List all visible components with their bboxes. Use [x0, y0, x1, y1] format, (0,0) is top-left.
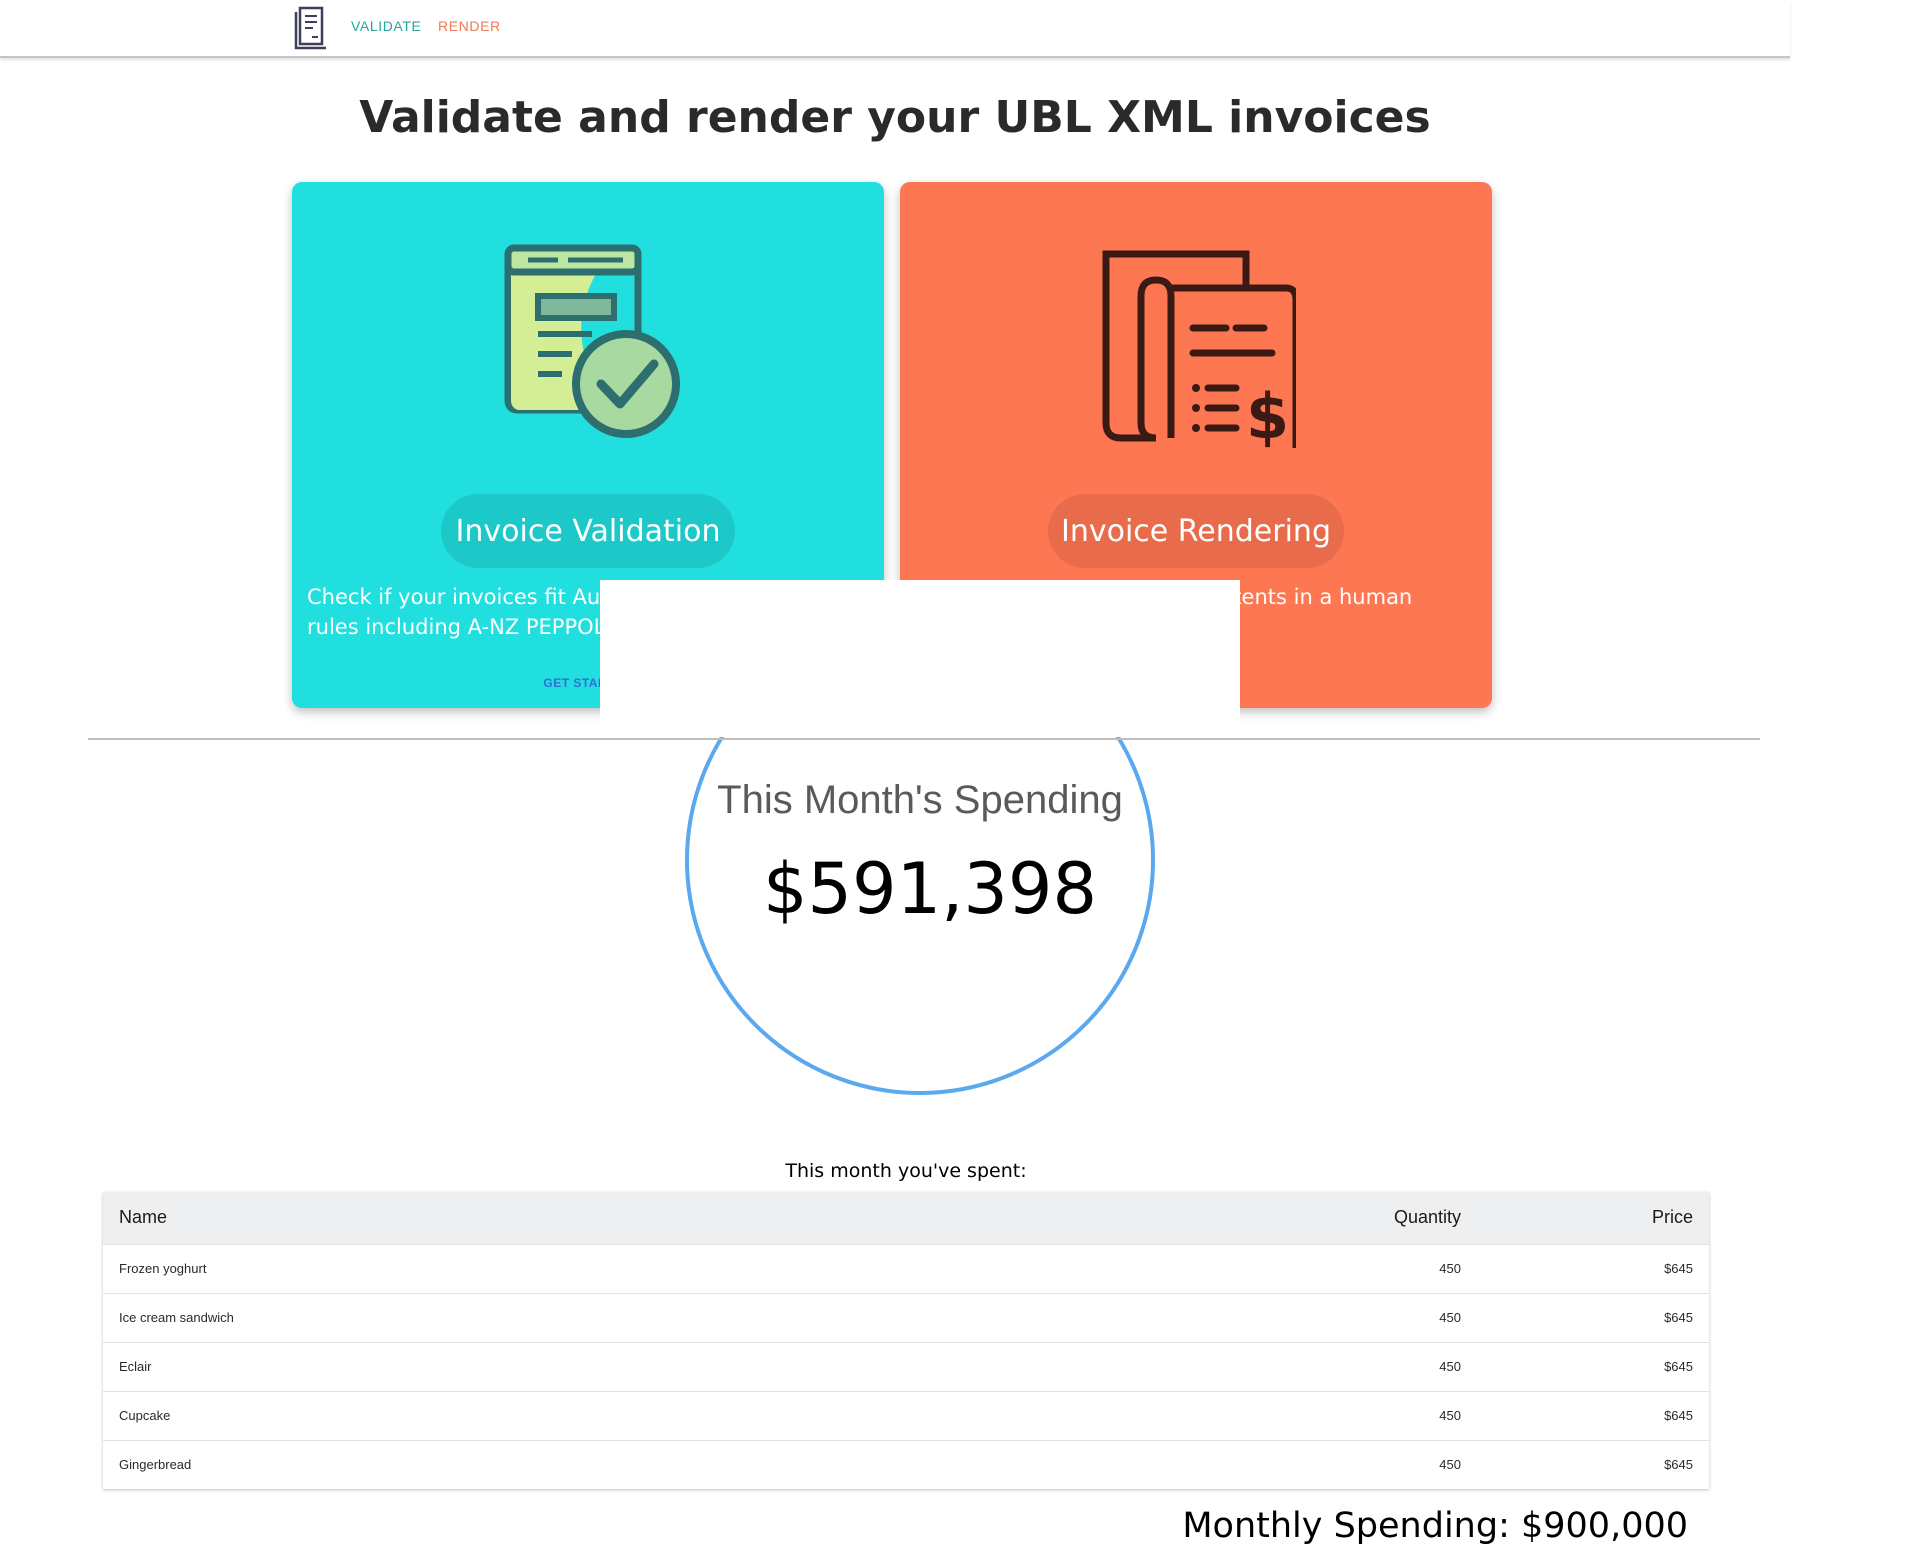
table-caption: This month you've spent: [785, 1160, 1027, 1182]
cell-name: Frozen yoghurt [119, 1261, 207, 1276]
section-divider [88, 738, 1760, 740]
cell-price: $645 [1664, 1359, 1693, 1374]
svg-text:$: $ [1246, 380, 1289, 448]
invoice-validation-button[interactable]: Invoice Validation [441, 494, 735, 568]
cell-price: $645 [1664, 1310, 1693, 1325]
cell-quantity: 450 [1439, 1408, 1461, 1423]
column-header-name[interactable]: Name [103, 1192, 1245, 1244]
circle-mask [600, 580, 1240, 737]
spending-label: This Month's Spending [717, 778, 1123, 822]
invoice-document-icon[interactable] [292, 4, 332, 52]
spending-amount: $591,398 [762, 848, 1097, 930]
invoice-check-icon [504, 244, 680, 438]
table-row[interactable]: Eclair 450 $645 [103, 1342, 1709, 1391]
table-row[interactable]: Cupcake 450 $645 [103, 1391, 1709, 1440]
cell-quantity: 450 [1439, 1359, 1461, 1374]
table-row[interactable]: Frozen yoghurt 450 $645 [103, 1244, 1709, 1293]
table-row[interactable]: Gingerbread 450 $645 [103, 1440, 1709, 1489]
cell-quantity: 450 [1439, 1261, 1461, 1276]
cell-name: Ice cream sandwich [119, 1310, 234, 1325]
nav-render-link[interactable]: RENDER [438, 18, 501, 34]
top-navigation: VALIDATE RENDER [0, 0, 1790, 58]
cell-quantity: 450 [1439, 1457, 1461, 1473]
cell-name: Eclair [119, 1359, 152, 1374]
cell-price: $645 [1664, 1408, 1693, 1423]
cell-name: Gingerbread [119, 1457, 192, 1473]
cell-quantity: 450 [1439, 1310, 1461, 1325]
cell-price: $645 [1664, 1261, 1693, 1276]
invoice-rendering-button[interactable]: Invoice Rendering [1048, 494, 1344, 568]
cell-name: Cupcake [119, 1408, 171, 1423]
invoice-dollar-icon: $ [1102, 250, 1296, 448]
column-header-price[interactable]: Price [1477, 1192, 1709, 1244]
column-header-quantity[interactable]: Quantity [1245, 1192, 1477, 1244]
spending-table: Name Quantity Price Frozen yoghurt 450 $… [103, 1192, 1709, 1489]
table-header-row: Name Quantity Price [103, 1192, 1709, 1244]
page-title: Validate and render your UBL XML invoice… [359, 92, 1431, 143]
nav-validate-link[interactable]: VALIDATE [351, 18, 421, 34]
cell-price: $645 [1664, 1457, 1693, 1473]
monthly-spending-total: Monthly Spending: $900,000 [1182, 1506, 1688, 1546]
table-row[interactable]: Ice cream sandwich 450 $645 [103, 1293, 1709, 1342]
